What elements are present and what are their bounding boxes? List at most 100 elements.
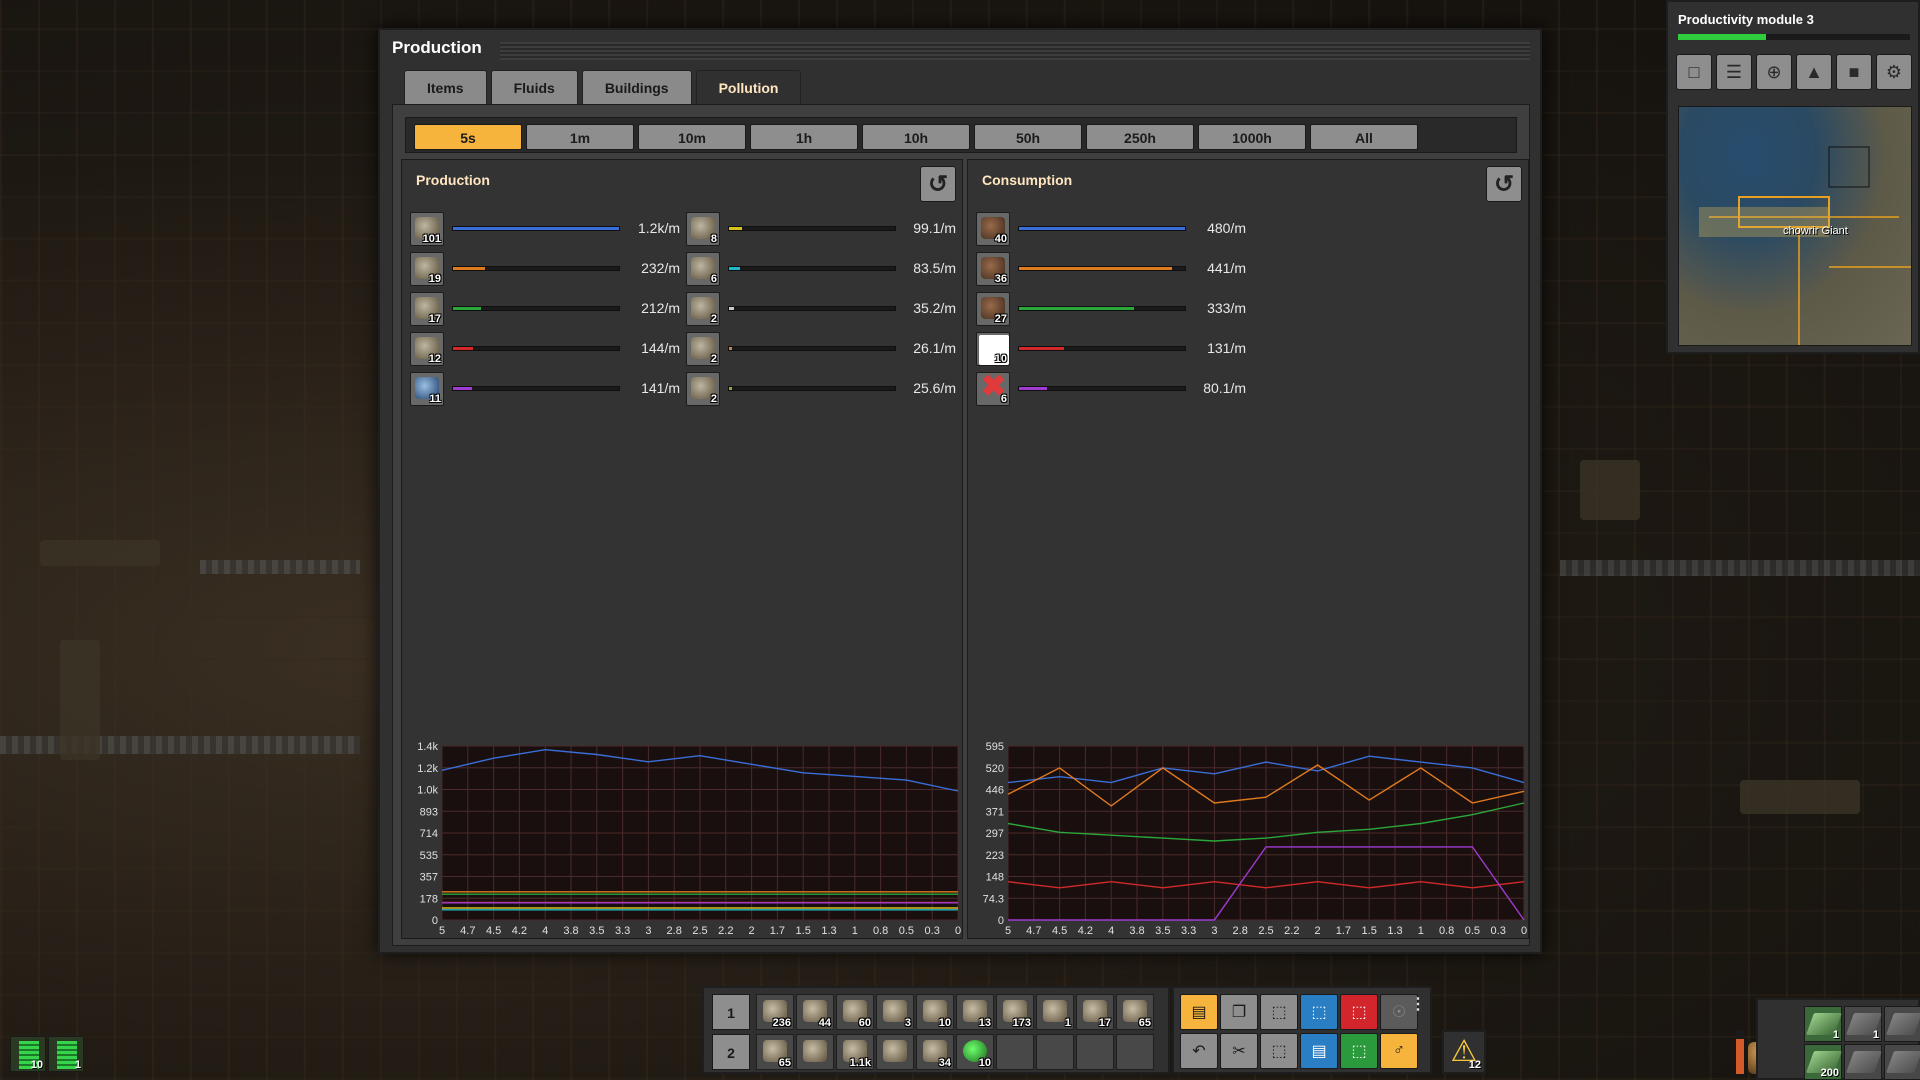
deconstruct-icon[interactable]: ⬚ bbox=[1340, 994, 1378, 1030]
oil-refinery-icon[interactable]: 11 bbox=[410, 372, 444, 406]
stat-row[interactable]: 6 83.5/m bbox=[686, 252, 956, 286]
time-5s-button[interactable]: 5s bbox=[414, 124, 522, 150]
production-stats-icon[interactable]: ☰ bbox=[1716, 54, 1752, 90]
capsule-icon[interactable]: 10 bbox=[956, 1034, 994, 1070]
production-panel: Production ↺ 101 1.2k/m 19 232/m 17 212/m 12 14… bbox=[401, 159, 963, 939]
stat-row[interactable]: 10 131/m bbox=[976, 332, 1246, 366]
add-marker-icon[interactable]: ⊕ bbox=[1756, 54, 1792, 90]
stat-row[interactable]: 2 26.1/m bbox=[686, 332, 956, 366]
medium-pole-icon[interactable]: 60 bbox=[836, 994, 874, 1030]
stone-furnace-icon[interactable]: 19 bbox=[410, 252, 444, 286]
weapon-slot[interactable] bbox=[1884, 1006, 1920, 1042]
key-icon[interactable]: ♂ bbox=[1380, 1033, 1418, 1069]
stat-row[interactable]: ✖ 6 80.1/m bbox=[976, 372, 1246, 406]
time-all-button[interactable]: All bbox=[1310, 124, 1418, 150]
pipe-icon[interactable]: 1 bbox=[1036, 994, 1074, 1030]
minimap[interactable]: chowrir Giant bbox=[1678, 106, 1912, 346]
time-1000h-button[interactable]: 1000h bbox=[1198, 124, 1306, 150]
more-options-icon[interactable]: ⋮ bbox=[1410, 994, 1426, 1014]
stone-wall-icon[interactable]: 1.1k bbox=[836, 1034, 874, 1070]
assembling-machine-2-icon[interactable]: 2 bbox=[686, 332, 720, 366]
quickbar-page-2[interactable]: 2 bbox=[712, 1034, 750, 1070]
x-tick-label: 3.5 bbox=[589, 925, 604, 937]
ammo-slot[interactable]: 200 bbox=[1804, 1044, 1843, 1080]
boiler-icon[interactable]: 8 bbox=[686, 212, 720, 246]
rail-icon[interactable]: 3 bbox=[876, 994, 914, 1030]
stat-row[interactable]: 40 480/m bbox=[976, 212, 1246, 246]
settings-icon[interactable]: ⚙ bbox=[1876, 54, 1912, 90]
solar-panel-icon[interactable]: 236 bbox=[756, 994, 794, 1030]
flamethrower-ammo-icon[interactable]: 65 bbox=[756, 1034, 794, 1070]
stat-row[interactable]: 17 212/m bbox=[410, 292, 680, 326]
landfill-icon[interactable] bbox=[796, 1034, 834, 1070]
weapon-slot[interactable]: 1 bbox=[1804, 1006, 1843, 1042]
blank-white-icon[interactable]: 10 bbox=[976, 332, 1010, 366]
ammo-slot[interactable] bbox=[1844, 1044, 1883, 1080]
battery-slot[interactable]: 10 bbox=[10, 1036, 46, 1072]
copy-icon[interactable]: ❐ bbox=[1220, 994, 1258, 1030]
chemical-plant-icon[interactable]: 6 bbox=[686, 252, 720, 286]
time-250h-button[interactable]: 250h bbox=[1086, 124, 1194, 150]
blank-icon[interactable]: □ bbox=[1676, 54, 1712, 90]
quickbar-slot-empty[interactable] bbox=[1036, 1034, 1074, 1070]
stat-row[interactable]: 27 333/m bbox=[976, 292, 1246, 326]
tab-fluids[interactable]: Fluids bbox=[490, 70, 578, 104]
offshore-pump-icon[interactable]: 2 bbox=[686, 372, 720, 406]
tree-icon[interactable]: 40 bbox=[976, 212, 1010, 246]
technology-icon[interactable]: ▲ bbox=[1796, 54, 1832, 90]
blueprint-select-icon[interactable]: ⬚ bbox=[1300, 994, 1338, 1030]
scissors-icon[interactable]: ✂ bbox=[1220, 1033, 1258, 1069]
assembling-machine-icon[interactable]: 2 bbox=[686, 292, 720, 326]
train-icon[interactable]: ■ bbox=[1836, 54, 1872, 90]
time-10h-button[interactable]: 10h bbox=[862, 124, 970, 150]
title-bar-drag-handle[interactable] bbox=[500, 42, 1530, 60]
stat-row[interactable]: 11 141/m bbox=[410, 372, 680, 406]
ammo-slot[interactable] bbox=[1884, 1044, 1920, 1080]
turret-icon[interactable]: 34 bbox=[916, 1034, 954, 1070]
reset-icon[interactable]: ↺ bbox=[920, 166, 956, 202]
stat-row[interactable]: 101 1.2k/m bbox=[410, 212, 680, 246]
stat-row[interactable]: 8 99.1/m bbox=[686, 212, 956, 246]
construction-robot-icon[interactable]: 13 bbox=[956, 994, 994, 1030]
tab-buildings[interactable]: Buildings bbox=[581, 70, 692, 104]
quickbar-page-1[interactable]: 1 bbox=[712, 994, 750, 1030]
green-select-icon[interactable]: ⬚ bbox=[1340, 1033, 1378, 1069]
upgrade-planner-icon[interactable]: ⬚ bbox=[1260, 1033, 1298, 1069]
red-x-icon[interactable]: ✖ 6 bbox=[976, 372, 1010, 406]
mining-drill-icon[interactable]: 101 bbox=[410, 212, 444, 246]
big-pole-icon[interactable]: 10 bbox=[916, 994, 954, 1030]
tab-items[interactable]: Items bbox=[404, 70, 487, 104]
weapon-slot[interactable]: 1 bbox=[1844, 1006, 1883, 1042]
stat-row[interactable]: 12 144/m bbox=[410, 332, 680, 366]
alt-mode-icon[interactable]: ▤ bbox=[1180, 994, 1218, 1030]
dry-tree-icon[interactable]: 27 bbox=[976, 292, 1010, 326]
quickbar-slot-empty[interactable] bbox=[996, 1034, 1034, 1070]
quickbar-slot-empty[interactable] bbox=[1076, 1034, 1114, 1070]
time-50h-button[interactable]: 50h bbox=[974, 124, 1082, 150]
reset-icon[interactable]: ↺ bbox=[1486, 166, 1522, 202]
inserter-icon[interactable]: 44 bbox=[796, 994, 834, 1030]
rate-value: 480/m bbox=[1207, 220, 1246, 236]
gate-icon[interactable] bbox=[876, 1034, 914, 1070]
stat-row[interactable]: 2 35.2/m bbox=[686, 292, 956, 326]
tab-pollution[interactable]: Pollution bbox=[695, 70, 802, 104]
alert-button[interactable]: ⚠ 12 bbox=[1442, 1030, 1486, 1074]
stat-row[interactable]: 36 441/m bbox=[976, 252, 1246, 286]
belt-icon[interactable]: 173 bbox=[996, 994, 1034, 1030]
time-10m-button[interactable]: 10m bbox=[638, 124, 746, 150]
quickbar-slot-empty[interactable] bbox=[1116, 1034, 1154, 1070]
steel-furnace-icon[interactable]: 12 bbox=[410, 332, 444, 366]
blueprint-book-icon[interactable]: ▤ bbox=[1300, 1033, 1338, 1069]
y-tick-label: 893 bbox=[420, 806, 438, 818]
dead-tree-icon[interactable]: 36 bbox=[976, 252, 1010, 286]
fire-icon[interactable]: 65 bbox=[1116, 994, 1154, 1030]
undo-icon[interactable]: ↶ bbox=[1180, 1033, 1218, 1069]
stat-row[interactable]: 2 25.6/m bbox=[686, 372, 956, 406]
battery-slot[interactable]: 1 bbox=[48, 1036, 84, 1072]
pole-icon[interactable]: 17 bbox=[1076, 994, 1114, 1030]
stat-row[interactable]: 19 232/m bbox=[410, 252, 680, 286]
time-1h-button[interactable]: 1h bbox=[750, 124, 858, 150]
cut-tool-icon[interactable]: ⬚ bbox=[1260, 994, 1298, 1030]
time-1m-button[interactable]: 1m bbox=[526, 124, 634, 150]
pumpjack-icon[interactable]: 17 bbox=[410, 292, 444, 326]
